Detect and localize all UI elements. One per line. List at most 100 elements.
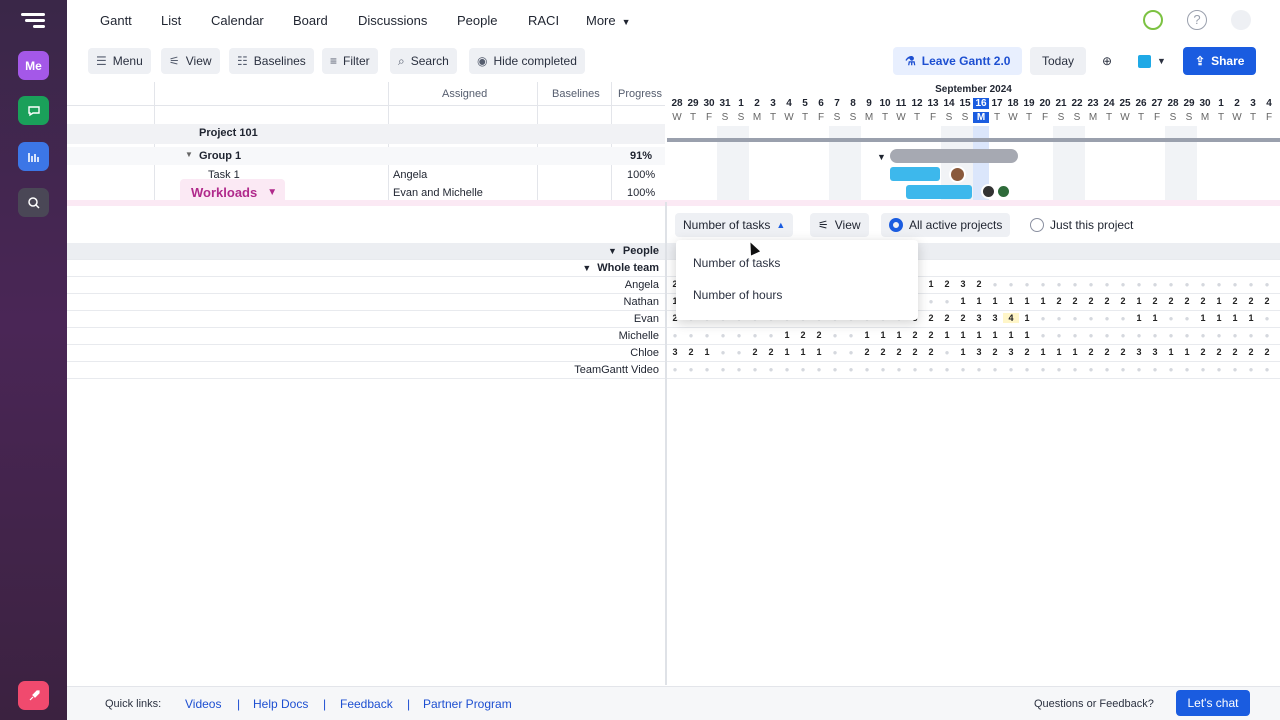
person-row[interactable]: Nathan xyxy=(67,294,665,311)
link-partner-program[interactable]: Partner Program xyxy=(423,697,512,711)
workload-cell[interactable]: 1 xyxy=(811,347,827,357)
workload-cell[interactable]: ● xyxy=(859,365,875,374)
workload-cell[interactable]: 1 xyxy=(923,279,939,289)
workload-cell[interactable]: 1 xyxy=(699,347,715,357)
workload-cell[interactable]: 3 xyxy=(955,279,971,289)
tab-gantt[interactable]: Gantt xyxy=(100,13,132,28)
workload-cell[interactable]: ● xyxy=(1051,280,1067,289)
workload-cell[interactable]: ● xyxy=(1243,331,1259,340)
workload-cell[interactable]: 1 xyxy=(987,296,1003,306)
workload-cell[interactable]: ● xyxy=(843,365,859,374)
workload-cell[interactable]: 1 xyxy=(1051,347,1067,357)
link-videos[interactable]: Videos xyxy=(185,697,221,711)
workload-cell[interactable]: ● xyxy=(1131,280,1147,289)
workload-cell[interactable]: ● xyxy=(683,331,699,340)
task-bar[interactable] xyxy=(890,167,940,181)
workload-cell[interactable]: ● xyxy=(731,348,747,357)
workload-cell[interactable]: ● xyxy=(939,348,955,357)
help-icon[interactable]: ? xyxy=(1187,10,1207,30)
workload-cell[interactable]: ● xyxy=(1099,365,1115,374)
workload-cell[interactable]: 1 xyxy=(1147,313,1163,323)
group-collapse-icon[interactable]: ▼ xyxy=(877,152,886,162)
tab-list[interactable]: List xyxy=(161,13,181,28)
col-baselines[interactable]: Baselines xyxy=(552,88,600,100)
workload-cell[interactable]: ● xyxy=(1115,331,1131,340)
workload-cell[interactable]: ● xyxy=(1131,365,1147,374)
workload-cell[interactable]: 1 xyxy=(891,330,907,340)
workload-cell[interactable]: 2 xyxy=(955,313,971,323)
workload-cell[interactable]: ● xyxy=(955,365,971,374)
col-progress[interactable]: Progress xyxy=(618,88,662,100)
workload-cell[interactable]: 2 xyxy=(907,347,923,357)
hide-completed-button[interactable]: ◉ Hide completed xyxy=(469,48,585,74)
workload-cell[interactable]: ● xyxy=(907,365,923,374)
workload-cell[interactable]: ● xyxy=(667,331,683,340)
workload-cell[interactable]: ● xyxy=(1179,280,1195,289)
tab-more[interactable]: More ▼ xyxy=(586,13,631,28)
workload-cell[interactable]: 2 xyxy=(795,330,811,340)
person-row[interactable]: Chloe xyxy=(67,345,665,362)
person-row[interactable]: Angela xyxy=(67,277,665,294)
workload-cell[interactable]: ● xyxy=(987,365,1003,374)
workload-cell[interactable]: ● xyxy=(1083,280,1099,289)
workload-cell[interactable]: ● xyxy=(1211,365,1227,374)
workload-cell[interactable]: ● xyxy=(1035,314,1051,323)
workload-cell[interactable]: ● xyxy=(715,365,731,374)
leave-gantt-button[interactable]: ⚗ Leave Gantt 2.0 xyxy=(893,47,1023,75)
metric-select[interactable]: Number of tasks ▲ xyxy=(675,213,794,237)
workload-cell[interactable]: 1 xyxy=(779,330,795,340)
share-button[interactable]: ⇪ Share xyxy=(1183,47,1257,75)
workload-cell[interactable]: 1 xyxy=(1211,313,1227,323)
workload-cell[interactable]: ● xyxy=(1115,280,1131,289)
tab-raci[interactable]: RACI xyxy=(528,13,559,28)
workload-cell[interactable]: ● xyxy=(1227,280,1243,289)
workload-cell[interactable]: ● xyxy=(1035,365,1051,374)
workload-cell[interactable]: 3 xyxy=(1147,347,1163,357)
workload-cell[interactable]: ● xyxy=(1083,314,1099,323)
workload-cell[interactable]: ● xyxy=(715,331,731,340)
task-row[interactable]: Task 1 Angela 100% xyxy=(67,166,665,184)
workload-cell[interactable]: ● xyxy=(1211,331,1227,340)
workload-cell[interactable]: 1 xyxy=(1019,313,1035,323)
workload-cell[interactable]: 1 xyxy=(1243,313,1259,323)
workload-cell[interactable]: ● xyxy=(683,365,699,374)
color-picker[interactable]: ▼ xyxy=(1131,47,1173,75)
workload-cell[interactable]: ● xyxy=(1115,365,1131,374)
tab-calendar[interactable]: Calendar xyxy=(211,13,264,28)
workload-cell[interactable]: ● xyxy=(1259,314,1275,323)
workload-cell[interactable]: 2 xyxy=(1227,347,1243,357)
workload-cell[interactable]: ● xyxy=(827,331,843,340)
workload-cell[interactable]: ● xyxy=(891,365,907,374)
workload-cell[interactable]: ● xyxy=(1083,331,1099,340)
search-button[interactable]: ⌕ Search xyxy=(390,48,457,74)
workload-cell[interactable]: 1 xyxy=(875,330,891,340)
rocket-icon[interactable] xyxy=(18,681,49,710)
workload-cell[interactable]: 3 xyxy=(1131,347,1147,357)
group-bar[interactable] xyxy=(890,149,1018,163)
workload-cell[interactable]: ● xyxy=(667,365,683,374)
task-bar[interactable] xyxy=(906,185,972,199)
workload-cell[interactable]: ● xyxy=(1259,280,1275,289)
workload-cell[interactable]: 2 xyxy=(1099,347,1115,357)
link-help-docs[interactable]: Help Docs xyxy=(253,697,308,711)
workload-cell[interactable]: 2 xyxy=(891,347,907,357)
workload-cell[interactable]: 1 xyxy=(1179,347,1195,357)
workload-cell[interactable]: 1 xyxy=(795,347,811,357)
col-assigned[interactable]: Assigned xyxy=(442,88,487,100)
workload-cell[interactable]: 1 xyxy=(1211,296,1227,306)
workload-cell[interactable]: ● xyxy=(827,348,843,357)
workload-cell[interactable]: 2 xyxy=(1259,347,1275,357)
workload-cell[interactable]: ● xyxy=(1003,365,1019,374)
workload-cell[interactable]: ● xyxy=(811,365,827,374)
workload-cell[interactable]: 2 xyxy=(747,347,763,357)
zoom-icon[interactable]: ⊕ xyxy=(1095,47,1120,75)
baselines-button[interactable]: ☷ Baselines xyxy=(229,48,314,74)
workload-cell[interactable]: 1 xyxy=(971,296,987,306)
workload-cell[interactable]: 1 xyxy=(779,347,795,357)
lets-chat-button[interactable]: Let's chat xyxy=(1176,690,1250,716)
workload-cell[interactable]: ● xyxy=(971,365,987,374)
avatar[interactable] xyxy=(1231,10,1251,30)
radio-all-projects[interactable]: All active projects xyxy=(881,213,1011,237)
workload-cell[interactable]: ● xyxy=(1243,365,1259,374)
workload-cell[interactable]: ● xyxy=(1147,331,1163,340)
